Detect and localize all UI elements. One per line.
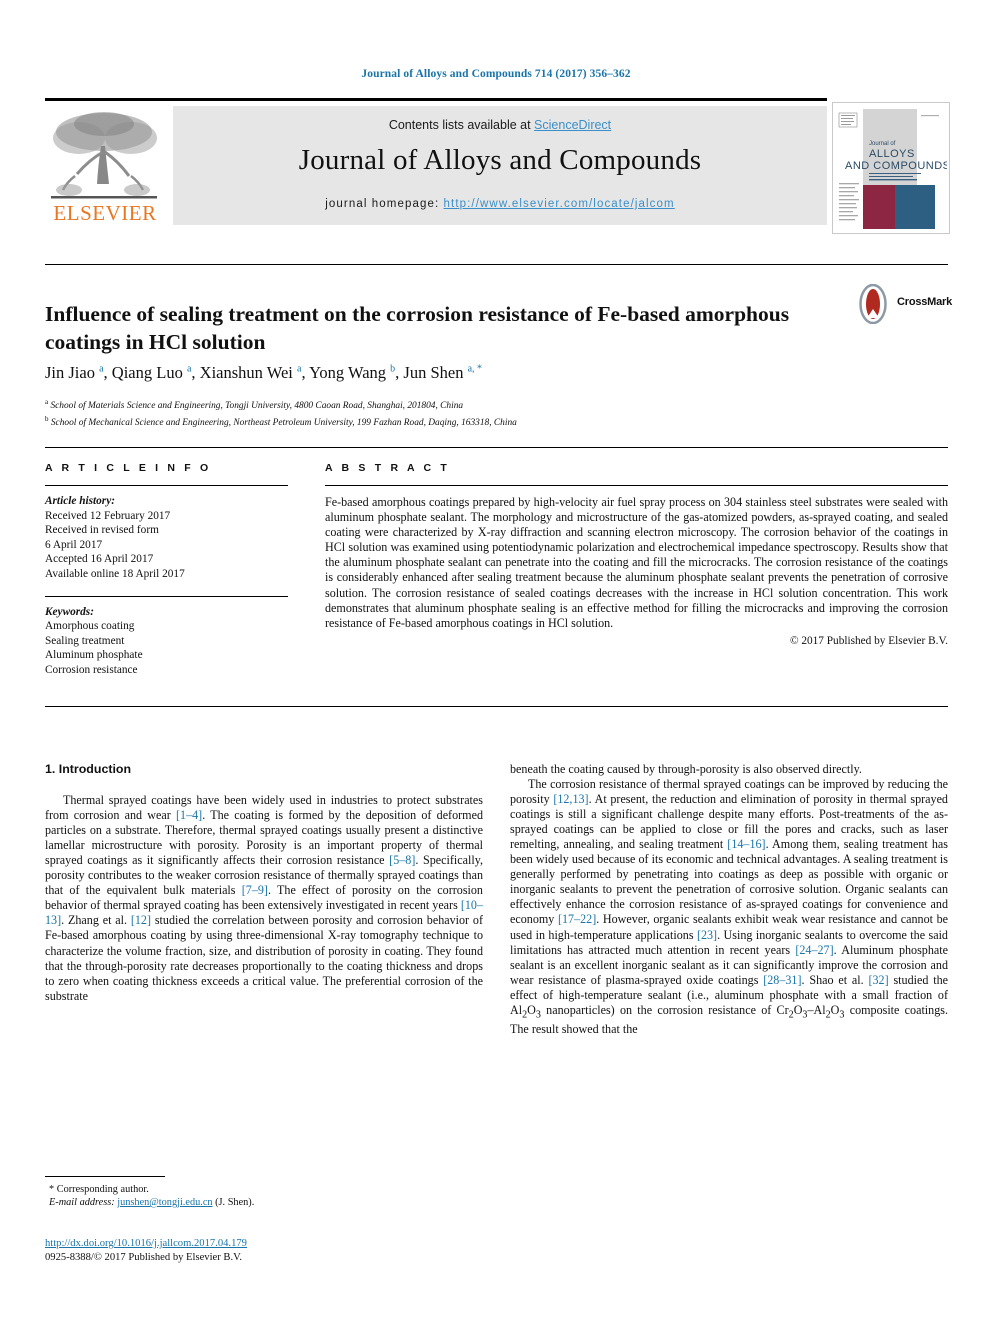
- email-suffix: (J. Shen).: [215, 1197, 255, 1208]
- keyword-item: Amorphous coating: [45, 620, 135, 633]
- elsevier-logo: ELSEVIER: [45, 106, 163, 226]
- history-item: Received 12 February 2017: [45, 509, 171, 522]
- journal-masthead: ELSEVIER Contents lists available at Sci…: [45, 98, 950, 234]
- journal-homepage-line: journal homepage: http://www.elsevier.co…: [173, 198, 827, 210]
- history-item: Available online 18 April 2017: [45, 567, 185, 580]
- page-title: Influence of sealing treatment on the co…: [45, 302, 790, 355]
- history-item: Received in revised form: [45, 524, 159, 537]
- article-history-label: Article history:: [45, 495, 115, 507]
- corresponding-author-footnote: * Corresponding author. E-mail address: …: [45, 1176, 483, 1209]
- paragraph: The corrosion resistance of thermal spra…: [510, 777, 948, 1037]
- article-history-block: Article history: Received 12 February 20…: [45, 494, 288, 582]
- history-item: 6 April 2017: [45, 538, 103, 551]
- elsevier-tree-icon: [51, 112, 157, 199]
- keywords-rule: [45, 595, 288, 597]
- keywords-label: Keywords:: [45, 605, 94, 618]
- svg-text:Journal of: Journal of: [869, 141, 896, 147]
- journal-banner: Contents lists available at ScienceDirec…: [173, 106, 827, 225]
- corresponding-author-line: * Corresponding author.: [49, 1184, 149, 1195]
- elsevier-wordmark: ELSEVIER: [53, 201, 157, 225]
- masthead-top-rule: [45, 98, 827, 101]
- email-label: E-mail address:: [49, 1197, 115, 1208]
- email-link[interactable]: junshen@tongji.edu.cn: [117, 1197, 212, 1208]
- affiliation-b-text: School of Mechanical Science and Enginee…: [50, 417, 517, 428]
- history-item: Accepted 16 April 2017: [45, 553, 154, 566]
- abstract-text: Fe-based amorphous coatings prepared by …: [325, 495, 948, 630]
- affiliation-a-text: School of Materials Science and Engineer…: [50, 401, 464, 412]
- article-info-rule: [45, 485, 288, 486]
- abstract-heading: A B S T R A C T: [325, 462, 450, 474]
- journal-article-page: Journal of Alloys and Compounds 714 (201…: [0, 0, 992, 1323]
- cover-artwork: Journal of ALLOYS AND COMPOUNDS: [833, 103, 949, 231]
- paragraph: beneath the coating caused by through-po…: [510, 762, 862, 776]
- homepage-prefix: journal homepage:: [325, 198, 444, 210]
- article-info-column: A R T I C L E I N F O Article history: R…: [45, 462, 288, 678]
- affiliations: a School of Materials Science and Engine…: [45, 396, 845, 429]
- footer-doi-block: http://dx.doi.org/10.1016/j.jallcom.2017…: [45, 1237, 483, 1265]
- article-info-heading: A R T I C L E I N F O: [45, 462, 212, 474]
- email-line: E-mail address: junshen@tongji.edu.cn (J…: [45, 1196, 483, 1209]
- abstract-column: A B S T R A C T Fe-based amorphous coati…: [325, 462, 948, 647]
- sciencedirect-link[interactable]: ScienceDirect: [534, 118, 611, 132]
- doi-link[interactable]: http://dx.doi.org/10.1016/j.jallcom.2017…: [45, 1238, 247, 1249]
- abstract-copyright: © 2017 Published by Elsevier B.V.: [789, 634, 948, 647]
- svg-text:AND COMPOUNDS: AND COMPOUNDS: [845, 160, 947, 172]
- info-top-rule: [45, 447, 948, 448]
- section-title-introduction: 1. Introduction: [45, 762, 132, 776]
- crossmark-icon: [859, 283, 887, 325]
- journal-cover-thumbnail[interactable]: Journal of ALLOYS AND COMPOUNDS: [832, 102, 950, 234]
- journal-title: Journal of Alloys and Compounds: [298, 144, 702, 176]
- affiliation-a: a School of Materials Science and Engine…: [45, 398, 464, 412]
- body-column-right: beneath the coating caused by through-po…: [510, 762, 948, 1037]
- crossmark-label: CrossMark: [897, 296, 953, 308]
- contents-prefix: Contents lists available at: [388, 118, 535, 132]
- abstract-rule: [325, 485, 948, 486]
- keyword-item: Sealing treatment: [45, 634, 125, 647]
- journal-homepage-link[interactable]: http://www.elsevier.com/locate/jalcom: [444, 198, 675, 210]
- keyword-item: Aluminum phosphate: [45, 649, 143, 662]
- contents-lists-line: Contents lists available at ScienceDirec…: [173, 118, 827, 132]
- title-divider: [45, 264, 948, 265]
- crossmark-badge[interactable]: CrossMark: [853, 283, 953, 326]
- author-list: Jin Jiao a, Qiang Luo a, Xianshun Wei a,…: [45, 363, 483, 382]
- affiliation-b: b School of Mechanical Science and Engin…: [45, 414, 517, 428]
- info-bottom-rule: [45, 706, 948, 707]
- issn-copyright-line: 0925-8388/© 2017 Published by Elsevier B…: [45, 1252, 243, 1263]
- paragraph: Thermal sprayed coatings have been widel…: [45, 793, 484, 1003]
- keywords-block: Keywords: Amorphous coating Sealing trea…: [45, 605, 288, 678]
- running-head: Journal of Alloys and Compounds 714 (201…: [361, 68, 631, 80]
- footnote-rule: [45, 1176, 165, 1177]
- body-column-left: 1. Introduction Thermal sprayed coatings…: [45, 762, 483, 1004]
- keyword-item: Corrosion resistance: [45, 663, 138, 676]
- svg-text:ALLOYS: ALLOYS: [869, 148, 915, 160]
